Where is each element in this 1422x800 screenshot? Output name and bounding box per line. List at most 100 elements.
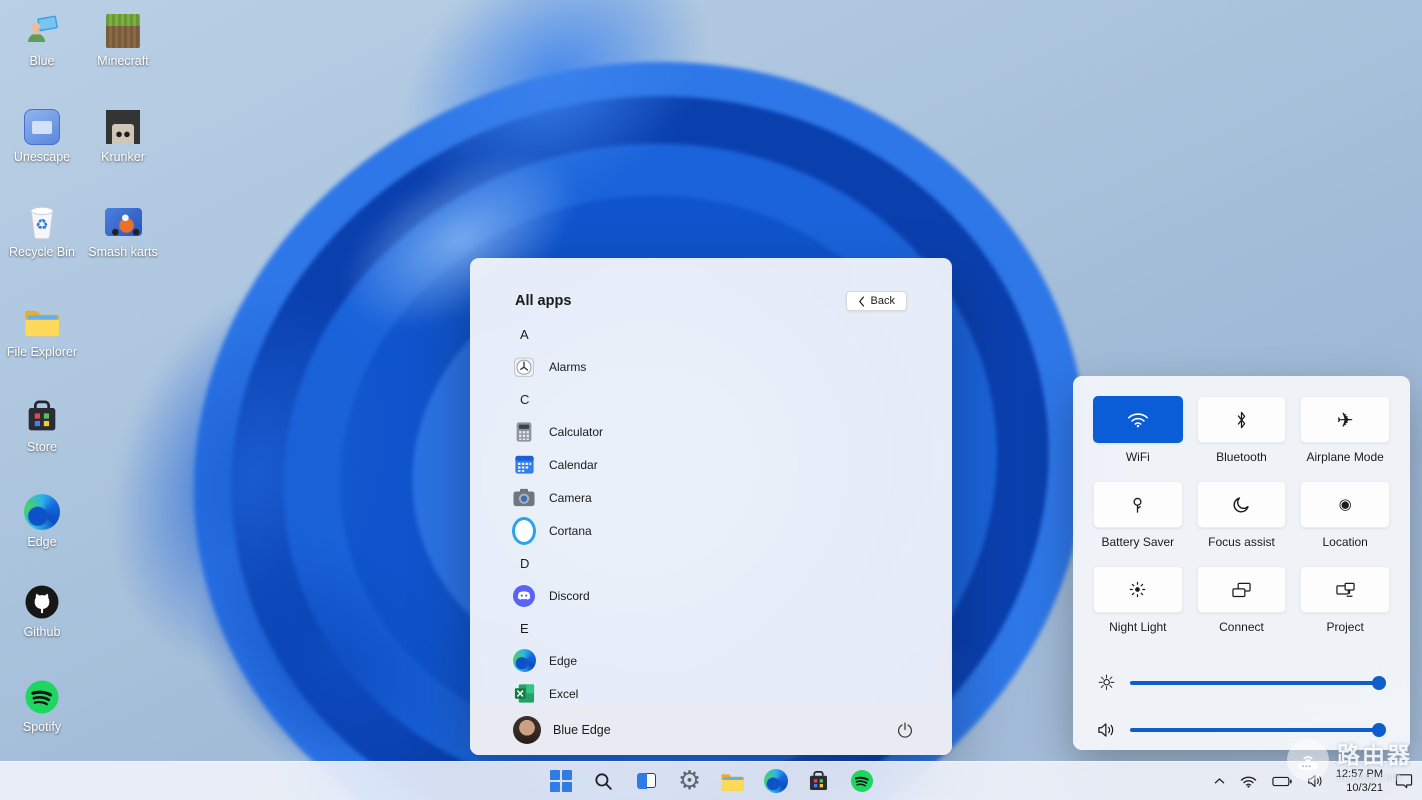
airplane-mode-tile[interactable]: ✈	[1300, 396, 1390, 443]
desktop-icon-label: Blue	[29, 54, 55, 68]
taskbar-center: ⚙	[0, 762, 1422, 800]
store-icon	[23, 398, 61, 436]
app-item-alarms[interactable]: Alarms	[512, 350, 932, 383]
start-menu-all-apps: All apps Back A Alarms C Calculator Cale…	[470, 258, 952, 755]
spotify-button[interactable]	[847, 766, 877, 796]
alarms-icon	[512, 355, 536, 379]
location-icon: ◉	[1338, 495, 1352, 513]
desktop-icon-file-explorer[interactable]: File Explorer	[2, 303, 82, 360]
search-icon	[595, 772, 612, 790]
folder-icon	[721, 773, 744, 791]
minecraft-icon	[104, 12, 142, 50]
tray-expand-button[interactable]	[1211, 774, 1228, 788]
desktop-icon-krunker[interactable]: Krunker	[83, 108, 163, 165]
wifi-icon	[1127, 413, 1148, 428]
user-avatar[interactable]	[513, 716, 541, 744]
volume-slider-knob[interactable]	[1372, 723, 1386, 737]
spotify-icon	[850, 770, 873, 792]
settings-button[interactable]: ⚙	[675, 766, 705, 796]
desktop-icon-github[interactable]: Github	[2, 583, 82, 640]
tray-wifi-button[interactable]	[1237, 772, 1260, 791]
calendar-icon	[512, 453, 536, 477]
speaker-icon	[1308, 775, 1322, 787]
tray-volume-button[interactable]	[1304, 771, 1327, 791]
letter-header-d[interactable]: D	[512, 547, 932, 579]
clock-date: 10/3/21	[1346, 782, 1383, 794]
app-item-calendar[interactable]: Calendar	[512, 448, 932, 481]
all-apps-list[interactable]: A Alarms C Calculator Calendar Camera Co…	[512, 318, 932, 705]
desktop-icon-blue[interactable]: Blue	[2, 12, 82, 69]
project-tile[interactable]	[1300, 566, 1390, 613]
desktop-icon-unescape[interactable]: Unescape	[2, 108, 82, 165]
desktop-icon-store[interactable]: Store	[2, 398, 82, 455]
edge-button[interactable]	[761, 766, 791, 796]
quick-setting-project: Project	[1300, 566, 1390, 634]
tray-battery-button[interactable]	[1269, 773, 1295, 790]
desktop-icon-smash-karts[interactable]: Smash karts	[83, 203, 163, 260]
letter-header-c[interactable]: C	[512, 383, 932, 415]
power-icon	[898, 722, 912, 738]
calculator-icon	[512, 420, 536, 444]
location-tile[interactable]: ◉	[1300, 481, 1390, 528]
app-item-edge[interactable]: Edge	[512, 644, 932, 677]
project-icon	[1335, 582, 1355, 597]
battery-saver-tile[interactable]	[1093, 481, 1183, 528]
battery-saver-icon	[1133, 497, 1142, 513]
krunker-icon	[104, 108, 142, 146]
search-button[interactable]	[589, 766, 619, 796]
edge-icon	[763, 769, 788, 793]
letter-header-a[interactable]: A	[512, 318, 932, 350]
desktop-icon-edge[interactable]: Edge	[2, 493, 82, 550]
cortana-icon	[512, 516, 536, 545]
connect-icon	[1232, 582, 1251, 597]
quick-setting-night-light: Night Light	[1093, 566, 1183, 634]
volume-slider-row	[1073, 717, 1410, 743]
focus-assist-tile[interactable]	[1196, 481, 1287, 528]
wifi-tile[interactable]	[1093, 396, 1183, 443]
brightness-slider-row: ☼	[1073, 670, 1410, 696]
back-button[interactable]: Back	[845, 291, 907, 311]
store-icon	[809, 770, 828, 790]
quick-setting-focus-assist: Focus assist	[1196, 481, 1287, 549]
system-tray: 12:57 PM 10/3/21	[1211, 762, 1416, 800]
clock[interactable]: 12:57 PM 10/3/21	[1336, 767, 1383, 796]
recycle-bin-icon: ♻	[23, 203, 61, 241]
app-item-calculator[interactable]: Calculator	[512, 415, 932, 448]
bluetooth-icon	[1237, 411, 1246, 428]
bluetooth-tile[interactable]	[1196, 396, 1287, 443]
store-button[interactable]	[804, 766, 834, 796]
app-item-camera[interactable]: Camera	[512, 481, 932, 514]
edge-icon	[23, 493, 61, 531]
notifications-button[interactable]	[1392, 770, 1416, 792]
task-view-button[interactable]	[632, 766, 662, 796]
letter-header-e[interactable]: E	[512, 612, 932, 644]
power-button[interactable]	[892, 717, 918, 743]
night-light-tile[interactable]	[1093, 566, 1183, 613]
taskbar: ⚙ 12:57 PM 10/3/21	[0, 761, 1422, 800]
chevron-up-icon	[1214, 778, 1225, 784]
connect-tile[interactable]	[1196, 566, 1287, 613]
volume-slider[interactable]	[1130, 723, 1386, 737]
app-item-discord[interactable]: Discord	[512, 579, 932, 612]
app-item-excel[interactable]: Excel	[512, 677, 932, 705]
desktop-icon-recycle-bin[interactable]: ♻ Recycle Bin	[2, 203, 82, 260]
start-button[interactable]	[546, 766, 576, 796]
gear-icon: ⚙	[677, 766, 702, 796]
all-apps-title: All apps	[515, 293, 572, 309]
windows-logo-icon	[549, 770, 572, 792]
brightness-slider-knob[interactable]	[1372, 676, 1386, 690]
brightness-slider[interactable]	[1129, 676, 1386, 690]
airplane-icon: ✈	[1336, 407, 1354, 432]
file-explorer-icon	[23, 303, 61, 341]
spotify-icon	[23, 678, 61, 716]
quick-setting-airplane-mode: ✈ Airplane Mode	[1300, 396, 1390, 464]
battery-icon	[1272, 776, 1292, 786]
user-name[interactable]: Blue Edge	[553, 723, 611, 737]
file-explorer-button[interactable]	[718, 766, 748, 796]
desktop-icon-minecraft[interactable]: Minecraft	[83, 12, 163, 69]
smash-karts-icon	[104, 203, 142, 241]
brightness-icon: ☼	[1097, 670, 1116, 695]
desktop-icon-spotify[interactable]: Spotify	[2, 678, 82, 735]
clock-time: 12:57 PM	[1335, 767, 1383, 780]
app-item-cortana[interactable]: Cortana	[512, 514, 932, 547]
